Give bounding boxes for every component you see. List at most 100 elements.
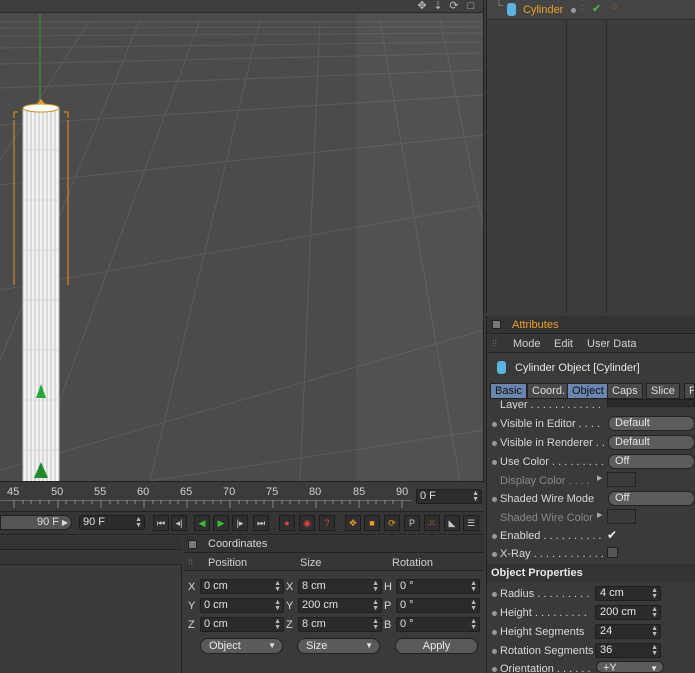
visible-editor-dropdown[interactable]: Default <box>608 416 695 431</box>
autokey-icon[interactable]: ◉ <box>299 515 315 531</box>
animation-dot-icon[interactable] <box>492 552 497 557</box>
object-manager[interactable]: └ Cylinder : ✔ ⁘ <box>486 0 695 313</box>
play-forward-icon[interactable]: ▶ <box>213 515 229 531</box>
stepper-arrows-icon[interactable]: ▲ ▼ <box>274 580 281 593</box>
menu-edit[interactable]: Edit <box>554 338 573 350</box>
go-to-end-icon[interactable]: ⏭ <box>253 515 269 531</box>
stepper-arrows-icon[interactable]: ▲ ▼ <box>470 618 477 631</box>
expand-arrow-icon[interactable]: ▶ <box>597 474 602 482</box>
apply-button[interactable]: Apply <box>395 638 478 654</box>
visibility-dot-icon[interactable] <box>571 8 576 13</box>
preview-end-field[interactable]: 90 F ▶ <box>0 515 72 530</box>
timeline-ruler[interactable]: 45 50 55 60 65 70 75 80 85 90 0 F ▲ ▼ <box>0 481 484 511</box>
animation-dot-icon[interactable] <box>492 649 497 654</box>
stepper-arrows-icon[interactable]: ▲ ▼ <box>274 599 281 612</box>
stepper-arrows-icon[interactable]: ▲ ▼ <box>274 618 281 631</box>
stepper-arrows-icon[interactable]: ▲ ▼ <box>372 580 379 593</box>
enabled-checkbox[interactable]: ✔ <box>607 528 617 542</box>
object-name[interactable]: Cylinder <box>523 4 563 16</box>
height-field[interactable]: 200 cm ▲ ▼ <box>595 605 661 620</box>
rotate-view-icon[interactable]: ⟳ <box>448 0 460 12</box>
object-row-cylinder[interactable]: └ Cylinder : ✔ ⁘ <box>487 0 695 20</box>
next-key-icon[interactable]: |▸ <box>232 515 248 531</box>
record-parameter-icon[interactable]: P <box>404 515 420 531</box>
expand-arrow-icon[interactable]: ▶ <box>597 511 602 519</box>
visible-renderer-dropdown[interactable]: Default <box>608 435 695 450</box>
render-dots-icon[interactable]: : <box>581 2 584 12</box>
menu-user-data[interactable]: User Data <box>587 338 637 350</box>
size-y-field[interactable]: 200 cm ▲ ▼ <box>298 598 382 613</box>
previous-key-icon[interactable]: ◂| <box>171 515 187 531</box>
panel-grip-icon[interactable] <box>492 320 501 329</box>
animation-dot-icon[interactable] <box>492 611 497 616</box>
position-y-field[interactable]: 0 cm ▲ ▼ <box>200 598 284 613</box>
tab-basic[interactable]: Basic <box>490 383 527 399</box>
maximize-view-icon[interactable]: □ <box>465 0 477 12</box>
rotation-p-field[interactable]: 0 ° ▲ ▼ <box>396 598 480 613</box>
record-icon[interactable]: ● <box>279 515 295 531</box>
animation-dot-icon[interactable] <box>492 497 497 502</box>
stepper-arrows-icon[interactable]: ▲ ▼ <box>651 625 658 638</box>
chevron-down-icon: ▼ <box>650 664 658 673</box>
animation-dot-icon[interactable] <box>492 441 497 446</box>
stepper-arrows-icon[interactable]: ▲ ▼ <box>135 516 142 529</box>
play-backward-icon[interactable]: ◀ <box>194 515 210 531</box>
go-to-start-icon[interactable]: ⏮ <box>153 515 169 531</box>
animation-dot-icon[interactable] <box>492 534 497 539</box>
orientation-dropdown[interactable]: +Y ▼ <box>596 661 664 673</box>
material-manager[interactable] <box>0 536 182 673</box>
coordinate-mode-dropdown[interactable]: Object ▼ <box>200 638 283 654</box>
record-position-icon[interactable]: ✥ <box>345 515 361 531</box>
tab-coord[interactable]: Coord. <box>527 383 571 399</box>
size-x-field[interactable]: 8 cm ▲ ▼ <box>298 579 382 594</box>
animation-dot-icon[interactable] <box>492 592 497 597</box>
stepper-arrows-icon[interactable]: ▲ ▼ <box>651 606 658 619</box>
animation-dot-icon[interactable] <box>492 630 497 635</box>
size-mode-dropdown[interactable]: Size ▼ <box>297 638 380 654</box>
rotation-segments-field[interactable]: 36 ▲ ▼ <box>595 643 661 658</box>
layer-field[interactable] <box>607 399 695 407</box>
tab-caps[interactable]: Caps <box>607 383 643 399</box>
tab-object[interactable]: Object <box>567 383 609 399</box>
animation-dot-icon[interactable] <box>492 422 497 427</box>
size-z-field[interactable]: 8 cm ▲ ▼ <box>298 617 382 632</box>
stepper-arrows-icon[interactable]: ▲ ▼ <box>472 490 479 503</box>
panel-grip-icon[interactable] <box>188 540 197 549</box>
record-rotation-icon[interactable]: ⟳ <box>384 515 400 531</box>
tab-slice[interactable]: Slice <box>646 383 680 399</box>
record-scale-icon[interactable]: ■ <box>364 515 380 531</box>
end-frame-field[interactable]: 90 F ▲ ▼ <box>79 515 145 530</box>
position-z-field[interactable]: 0 cm ▲ ▼ <box>200 617 284 632</box>
stepper-arrows-icon[interactable]: ▲ ▼ <box>470 580 477 593</box>
stepper-arrows-icon[interactable]: ▲ ▼ <box>372 618 379 631</box>
record-point-icon[interactable]: ⁙ <box>424 515 440 531</box>
current-frame-field[interactable]: 0 F ▲ ▼ <box>416 489 482 504</box>
shaded-wire-color-swatch[interactable] <box>607 509 636 524</box>
rotation-h-field[interactable]: 0 ° ▲ ▼ <box>396 579 480 594</box>
stepper-arrows-icon[interactable]: ▲ ▼ <box>372 599 379 612</box>
stepper-arrows-icon[interactable]: ▲ ▼ <box>470 599 477 612</box>
display-color-swatch[interactable] <box>607 472 636 487</box>
stepper-arrows-icon[interactable]: ▲ ▼ <box>651 587 658 600</box>
3d-viewport[interactable]: ✥ ⇣ ⟳ □ <box>0 0 484 481</box>
rotation-b-field[interactable]: 0 ° ▲ ▼ <box>396 617 480 632</box>
zoom-view-icon[interactable]: ⇣ <box>432 0 444 12</box>
animation-dot-icon[interactable] <box>492 460 497 465</box>
radius-field[interactable]: 4 cm ▲ ▼ <box>595 586 661 601</box>
menu-mode[interactable]: Mode <box>513 338 541 350</box>
animation-dot-icon[interactable] <box>492 667 497 672</box>
cylinder-object[interactable] <box>13 99 69 481</box>
tab-phong[interactable]: P <box>684 383 695 399</box>
move-view-icon[interactable]: ✥ <box>416 0 428 12</box>
timeline-menu-icon[interactable]: ☰ <box>463 515 479 531</box>
interpolation-icon[interactable]: ◣ <box>444 515 460 531</box>
use-color-dropdown[interactable]: Off <box>608 454 695 469</box>
shaded-wire-mode-dropdown[interactable]: Off <box>608 491 695 506</box>
height-segments-field[interactable]: 24 ▲ ▼ <box>595 624 661 639</box>
xray-checkbox[interactable] <box>607 547 618 558</box>
tag-icon[interactable]: ⁘ <box>610 2 618 13</box>
stepper-arrows-icon[interactable]: ▲ ▼ <box>651 644 658 657</box>
enabled-check-icon[interactable]: ✔ <box>592 2 601 15</box>
keyframe-help-icon[interactable]: ? <box>319 515 335 531</box>
position-x-field[interactable]: 0 cm ▲ ▼ <box>200 579 284 594</box>
